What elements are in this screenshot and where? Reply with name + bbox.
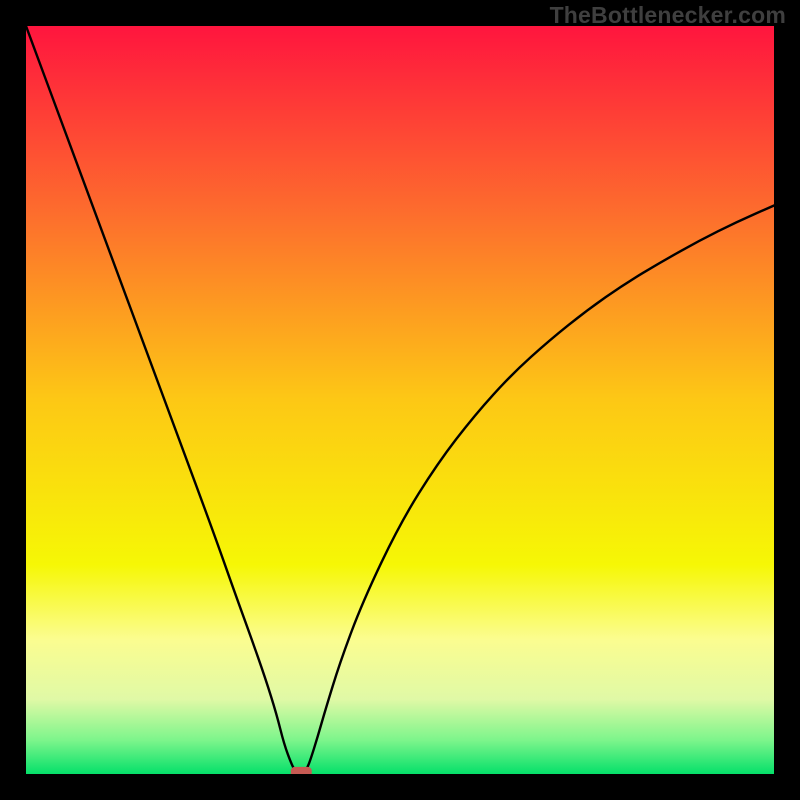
watermark-label: TheBottlenecker.com [550,2,786,29]
optimal-point-marker [291,767,312,774]
plot-background [26,26,774,774]
bottleneck-plot [26,26,774,774]
chart-frame: TheBottlenecker.com [0,0,800,800]
